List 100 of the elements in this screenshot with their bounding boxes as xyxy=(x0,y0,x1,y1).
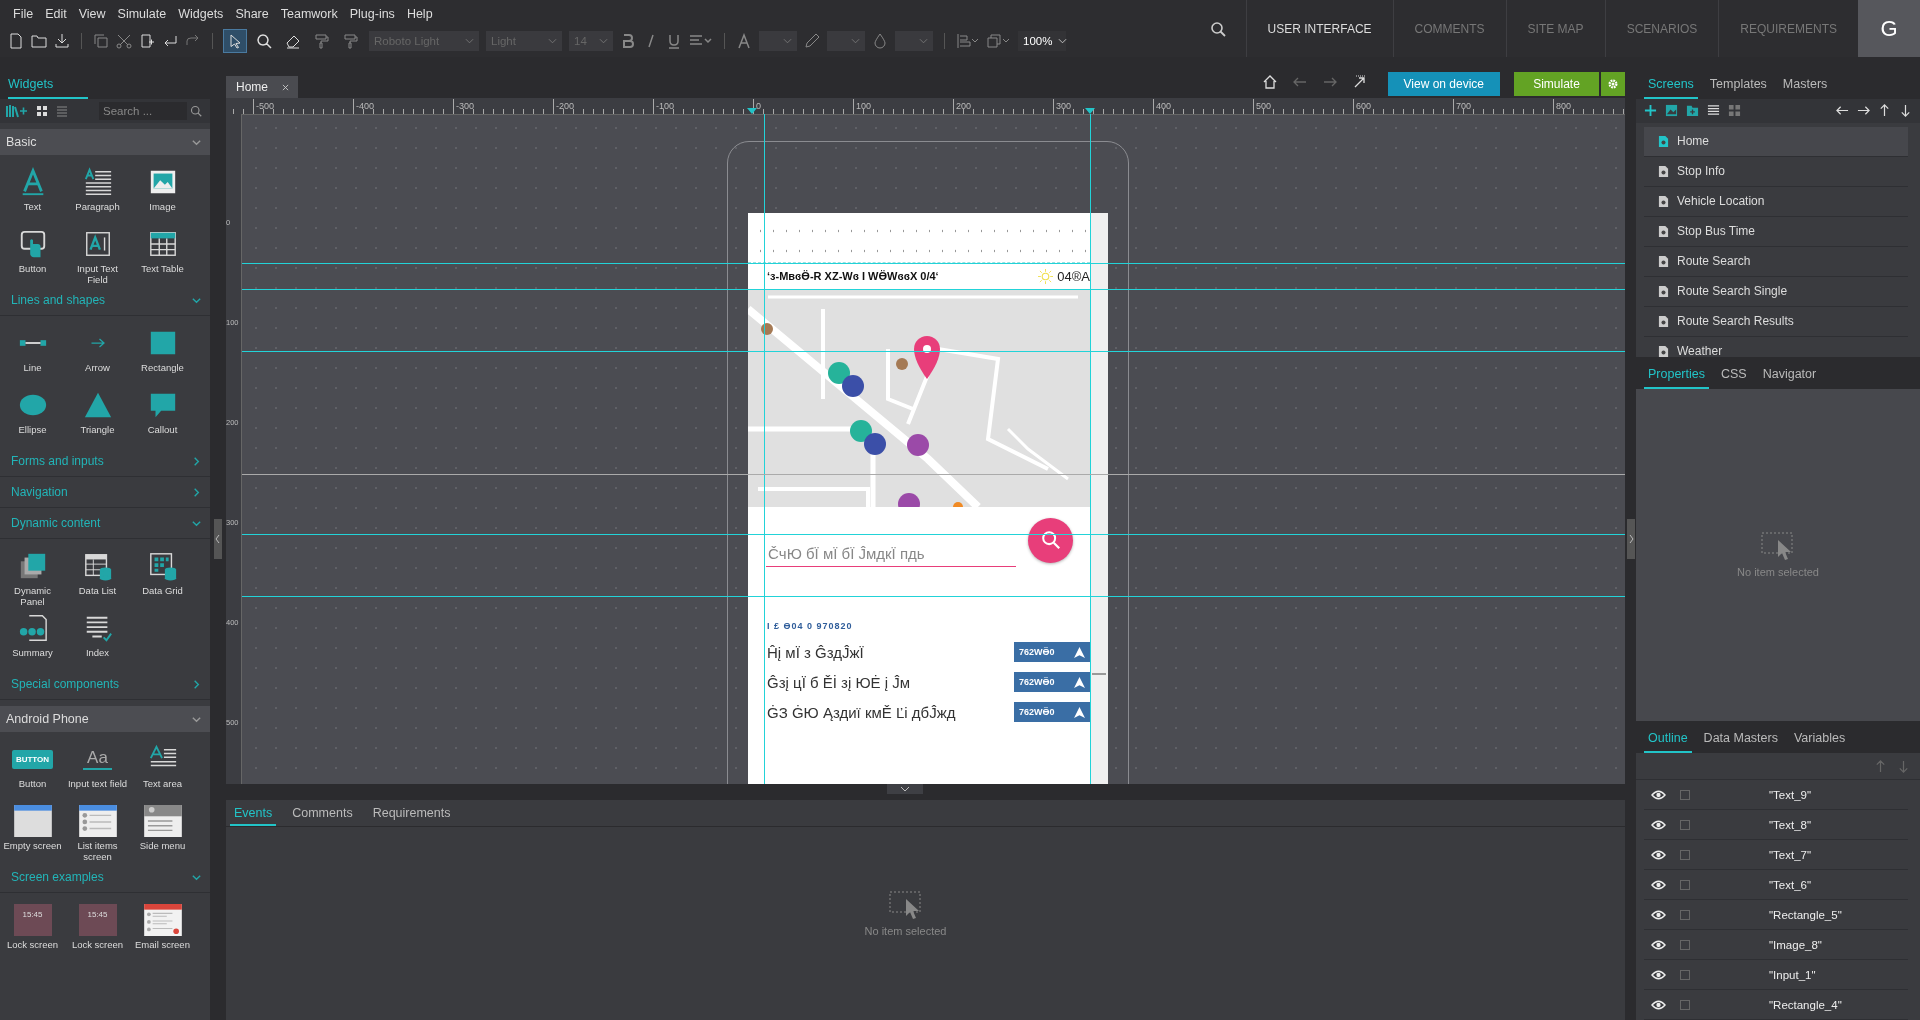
down-arrow-icon[interactable] xyxy=(1899,104,1912,118)
page-icon[interactable] xyxy=(1658,284,1669,298)
outline-item[interactable]: "Text_7" xyxy=(1769,848,1812,861)
eye-icon[interactable] xyxy=(1651,909,1666,920)
image-icon[interactable] xyxy=(1665,104,1678,118)
outline-item[interactable]: "Rectangle_4" xyxy=(1769,998,1842,1011)
menu-item[interactable]: View xyxy=(73,6,111,21)
widget-label[interactable]: Index xyxy=(85,645,110,669)
panel-tab[interactable]: Navigator xyxy=(1758,367,1821,390)
menu-item[interactable]: Widgets xyxy=(173,6,229,21)
widget-label[interactable]: Arrow xyxy=(85,360,110,384)
search-field[interactable]: ČчЮ бЇ мЇ бЇ ĴмдкЇ пдь xyxy=(766,537,1016,567)
grid-view-icon[interactable] xyxy=(36,105,48,117)
checkbox[interactable] xyxy=(1680,819,1690,830)
menu-item[interactable]: Teamwork xyxy=(275,6,343,21)
widget-label[interactable]: Text xyxy=(23,199,42,223)
library-add-icon[interactable] xyxy=(6,104,28,118)
list-icon[interactable] xyxy=(1707,104,1720,118)
font-color-dropdown[interactable] xyxy=(759,31,797,51)
menu-item[interactable]: Simulate xyxy=(112,6,172,21)
chevron-right-icon[interactable] xyxy=(191,486,202,498)
drop-icon[interactable] xyxy=(872,33,888,49)
screen-item[interactable]: Stop Info xyxy=(1644,156,1908,187)
arrange-icon[interactable] xyxy=(956,33,980,49)
underline-icon[interactable] xyxy=(666,33,682,49)
widget-label[interactable]: Line xyxy=(23,360,42,384)
panel-tab[interactable]: Templates xyxy=(1705,77,1771,99)
screen-item[interactable]: Vehicle Location xyxy=(1644,186,1908,217)
arrival-badge[interactable]: 762WӪ0 xyxy=(1014,642,1090,662)
zoom-dropdown[interactable]: 100% xyxy=(1018,31,1066,51)
eye-icon[interactable] xyxy=(1651,849,1666,860)
pencil-icon[interactable] xyxy=(804,33,820,49)
checkbox[interactable] xyxy=(1680,879,1690,890)
section-header[interactable]: Android Phone xyxy=(0,706,210,732)
page-icon[interactable] xyxy=(1658,164,1669,178)
chevron-right-icon[interactable] xyxy=(191,455,202,467)
outline-item[interactable]: "Image_8" xyxy=(1769,938,1822,951)
widget-label[interactable]: Dynamic Panel xyxy=(2,583,63,607)
panel-tab[interactable]: Outline xyxy=(1644,731,1692,754)
eye-icon[interactable] xyxy=(1651,969,1666,980)
widget-label[interactable]: List items screen xyxy=(67,838,128,862)
widget-label[interactable]: Rectangle xyxy=(141,360,184,384)
folder-icon[interactable] xyxy=(31,33,47,49)
widget-label[interactable]: Email screen xyxy=(135,937,190,961)
view-on-device-button[interactable]: View on device xyxy=(1387,72,1500,96)
collapse-handle-icon[interactable] xyxy=(214,518,222,559)
scissors-icon[interactable] xyxy=(116,33,132,49)
copy-icon[interactable] xyxy=(93,33,109,49)
widget-label[interactable]: Data List xyxy=(78,583,117,607)
arrival-badge[interactable]: 762WӪ0 xyxy=(1014,672,1090,692)
collapse-handle-icon[interactable] xyxy=(1626,518,1635,559)
page-icon[interactable] xyxy=(1658,194,1669,208)
panel-tab[interactable]: Variables xyxy=(1789,731,1850,754)
widget-label[interactable]: Lock screen xyxy=(6,937,59,961)
widget-label[interactable]: Side menu xyxy=(139,838,186,862)
settings-button[interactable] xyxy=(1601,72,1625,96)
panel-tab[interactable]: Comments xyxy=(288,806,357,826)
panel-tab[interactable]: Requirements xyxy=(368,806,455,826)
page-icon[interactable] xyxy=(1658,254,1669,268)
collapse-handle-icon[interactable] xyxy=(886,784,923,794)
menu-item[interactable]: Share xyxy=(230,6,274,21)
page-icon[interactable] xyxy=(1658,134,1669,148)
menu-item[interactable]: Help xyxy=(401,6,438,21)
eye-icon[interactable] xyxy=(1651,819,1666,830)
screen-item[interactable]: Home xyxy=(1644,126,1908,157)
screen-item[interactable]: Stop Bus Time xyxy=(1644,216,1908,247)
checkbox[interactable] xyxy=(1680,999,1690,1010)
add-icon[interactable] xyxy=(1644,104,1657,118)
checkbox[interactable] xyxy=(1680,909,1690,920)
eye-icon[interactable] xyxy=(1651,789,1666,800)
page-icon[interactable] xyxy=(1658,344,1669,358)
search-field[interactable]: Search ... xyxy=(99,102,187,120)
widget-label[interactable]: Image xyxy=(149,199,176,223)
widget-label[interactable]: Text area xyxy=(142,776,183,800)
search-icon[interactable] xyxy=(1209,20,1226,37)
widget-label[interactable]: Input text field xyxy=(67,776,128,800)
checkbox[interactable] xyxy=(1680,849,1690,860)
menu-item[interactable]: Edit xyxy=(40,6,72,21)
line-color-dropdown[interactable] xyxy=(827,31,865,51)
panel-tab[interactable]: Masters xyxy=(1778,77,1832,99)
page-icon[interactable] xyxy=(1658,314,1669,328)
grid-icon[interactable] xyxy=(1728,104,1741,118)
screen-item[interactable]: Route Search Results xyxy=(1644,306,1908,337)
new-file-icon[interactable] xyxy=(8,33,24,49)
widget-label[interactable]: Summary xyxy=(12,645,53,669)
menu-item[interactable]: Plug-ins xyxy=(344,6,400,21)
guide-marker-icon[interactable] xyxy=(1085,108,1095,114)
fill-color-dropdown[interactable] xyxy=(895,31,933,51)
widget-label[interactable]: Data Grid xyxy=(142,583,183,607)
home-icon[interactable] xyxy=(1261,74,1278,90)
outline-item[interactable]: "Text_6" xyxy=(1769,878,1812,891)
outline-item[interactable]: "Input_1" xyxy=(1769,968,1816,981)
checkbox[interactable] xyxy=(1680,969,1690,980)
view-tab[interactable]: USER INTERFACE xyxy=(1245,0,1393,57)
widget-label[interactable]: Input Text Field xyxy=(67,261,128,285)
caret-icon[interactable] xyxy=(1058,38,1068,44)
close-icon[interactable] xyxy=(282,83,289,91)
undo-icon[interactable] xyxy=(162,33,178,49)
search-button[interactable] xyxy=(1028,517,1073,563)
eye-icon[interactable] xyxy=(1651,879,1666,890)
